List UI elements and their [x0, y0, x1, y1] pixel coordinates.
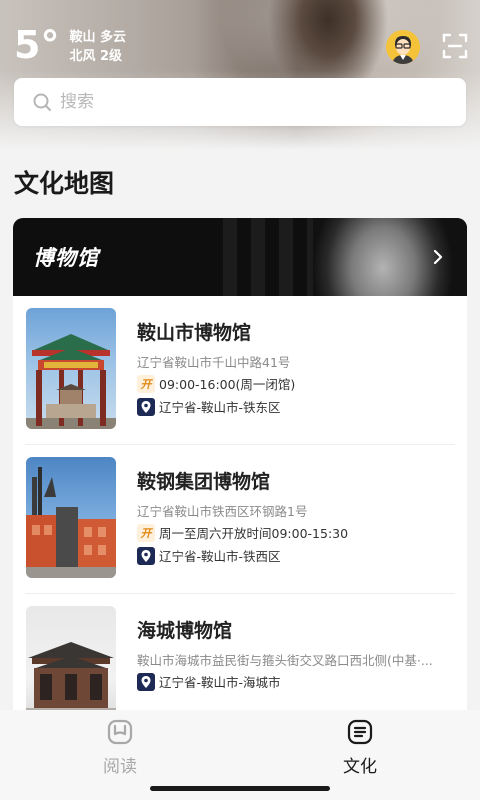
museum-hours-text: 周一至周六开放时间09:00-15:30	[159, 526, 349, 541]
location-pin-icon	[137, 397, 155, 416]
book-icon	[107, 719, 133, 745]
museum-banner[interactable]: 博物馆	[13, 218, 467, 296]
museum-card: 博物馆 鞍山市博物馆 辽宁省鞍山市千山中路41号 开 09:00-16:00(周…	[13, 218, 467, 718]
museum-hours: 开 09:00-16:00(周一闭馆)	[137, 374, 295, 393]
open-hours-icon: 开	[137, 523, 155, 542]
nav-tab-read[interactable]: 阅读	[80, 718, 160, 777]
home-indicator	[150, 786, 330, 791]
avatar-icon[interactable]	[386, 30, 420, 64]
scan-icon[interactable]	[442, 33, 468, 59]
museum-thumbnail	[26, 308, 116, 429]
museum-name: 海城博物馆	[137, 620, 233, 642]
nav-tab-culture[interactable]: 文化	[320, 718, 400, 777]
nav-culture-label: 文化	[343, 757, 377, 777]
weather-widget[interactable]: 5° 鞍山 多云 北风 2级	[14, 26, 126, 66]
location-pin-icon	[137, 546, 155, 565]
screen: 5° 鞍山 多云 北风 2级 搜索 文化地图 博物馆 鞍山市博物馆 辽宁省鞍山市…	[0, 0, 480, 800]
banner-title: 博物馆	[33, 246, 99, 270]
museum-hours-text: 09:00-16:00(周一闭馆)	[159, 377, 296, 392]
museum-region-text: 辽宁省-鞍山市-铁西区	[159, 549, 281, 564]
museum-name: 鞍钢集团博物馆	[137, 471, 271, 493]
list-icon	[347, 719, 373, 745]
museum-item-angang[interactable]: 鞍钢集团博物馆 辽宁省鞍山市铁西区环钢路1号 开 周一至周六开放时间09:00-…	[25, 445, 455, 594]
museum-region: 辽宁省-鞍山市-海城市	[137, 672, 281, 691]
open-hours-icon: 开	[137, 374, 155, 393]
header-background	[0, 0, 480, 150]
museum-address: 鞍山市海城市益民街与箍头街交叉路口西北侧(中基·...	[137, 653, 433, 668]
museum-region: 辽宁省-鞍山市-铁西区	[137, 546, 281, 565]
museum-region: 辽宁省-鞍山市-铁东区	[137, 397, 281, 416]
museum-thumbnail	[26, 606, 116, 718]
museum-list: 鞍山市博物馆 辽宁省鞍山市千山中路41号 开 09:00-16:00(周一闭馆)…	[13, 296, 467, 718]
museum-address: 辽宁省鞍山市千山中路41号	[137, 355, 291, 370]
chevron-right-icon	[433, 249, 443, 265]
search-bar[interactable]	[14, 78, 466, 126]
nav-read-label: 阅读	[103, 757, 137, 777]
museum-region-text: 辽宁省-鞍山市-铁东区	[159, 400, 281, 415]
location-condition: 鞍山 多云	[69, 30, 126, 45]
wind-info: 北风 2级	[69, 49, 123, 64]
temperature: 5°	[14, 23, 60, 67]
section-title: 文化地图	[14, 169, 115, 198]
museum-name: 鞍山市博物馆	[137, 322, 252, 344]
museum-hours: 开 周一至周六开放时间09:00-15:30	[137, 523, 348, 542]
museum-item-anshan[interactable]: 鞍山市博物馆 辽宁省鞍山市千山中路41号 开 09:00-16:00(周一闭馆)…	[25, 296, 455, 445]
museum-item-haicheng[interactable]: 海城博物馆 鞍山市海城市益民街与箍头街交叉路口西北侧(中基·... 辽宁省-鞍山…	[25, 594, 455, 718]
museum-address: 辽宁省鞍山市铁西区环钢路1号	[137, 504, 308, 519]
location-pin-icon	[137, 672, 155, 691]
museum-region-text: 辽宁省-鞍山市-海城市	[159, 675, 281, 690]
museum-thumbnail	[26, 457, 116, 578]
search-icon	[33, 93, 51, 111]
weather-info: 鞍山 多云 北风 2级	[69, 28, 126, 66]
search-input[interactable]	[58, 91, 438, 113]
